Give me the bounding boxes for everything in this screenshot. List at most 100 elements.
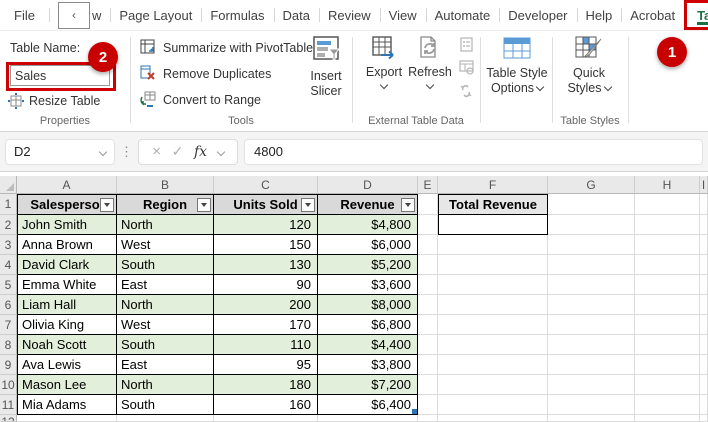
filter-dropdown-icon[interactable] (401, 197, 415, 212)
refresh-button[interactable]: Refresh (408, 35, 452, 90)
table-cell[interactable]: $6,800 (318, 315, 418, 335)
cell-h1[interactable] (635, 194, 700, 215)
table-cell[interactable]: Noah Scott (17, 335, 117, 355)
column-header-f[interactable]: F (438, 176, 548, 194)
tab-page-layout[interactable]: Page Layout (110, 0, 201, 30)
row-header-1[interactable]: 1 (0, 194, 17, 215)
tab-file[interactable]: File (0, 0, 49, 30)
cell[interactable] (17, 415, 117, 422)
row-header-7[interactable]: 7 (0, 315, 17, 335)
column-header-h[interactable]: H (635, 176, 700, 194)
confirm-entry-icon[interactable]: ✓ (172, 143, 184, 160)
cell[interactable] (700, 275, 708, 295)
cell[interactable] (438, 295, 548, 315)
table-cell[interactable]: Emma White (17, 275, 117, 295)
tab-acrobat[interactable]: Acrobat (621, 0, 684, 30)
table-cell[interactable]: $3,600 (318, 275, 418, 295)
cell[interactable] (418, 255, 438, 275)
table-cell[interactable]: Olivia King (17, 315, 117, 335)
table-cell[interactable]: Mason Lee (17, 375, 117, 395)
cell[interactable] (418, 295, 438, 315)
cell[interactable] (438, 415, 548, 422)
table-cell[interactable]: North (117, 375, 214, 395)
name-box[interactable]: D2 (5, 138, 115, 165)
cell[interactable] (418, 315, 438, 335)
cell[interactable] (548, 215, 635, 235)
row-header-4[interactable]: 4 (0, 255, 17, 275)
cell-i1[interactable] (700, 194, 708, 215)
cell[interactable] (635, 355, 700, 375)
cell[interactable] (700, 215, 708, 235)
cell[interactable] (635, 375, 700, 395)
table-header-revenue[interactable]: Revenue (318, 194, 418, 215)
open-in-browser-icon[interactable] (458, 60, 474, 75)
table-cell[interactable]: $5,200 (318, 255, 418, 275)
table-cell[interactable]: 110 (214, 335, 318, 355)
cell[interactable] (438, 335, 548, 355)
cell[interactable] (635, 315, 700, 335)
table-cell[interactable]: 170 (214, 315, 318, 335)
row-header-5[interactable]: 5 (0, 275, 17, 295)
cell[interactable] (635, 275, 700, 295)
cell[interactable] (438, 255, 548, 275)
row-header-2[interactable]: 2 (0, 215, 17, 235)
table-header-units-sold[interactable]: Units Sold (214, 194, 318, 215)
table-cell[interactable]: Anna Brown (17, 235, 117, 255)
cell[interactable] (438, 275, 548, 295)
cell[interactable] (418, 215, 438, 235)
cell[interactable] (418, 335, 438, 355)
cell[interactable] (438, 235, 548, 255)
cell[interactable] (438, 355, 548, 375)
cell[interactable] (318, 415, 418, 422)
total-revenue-value-cell[interactable] (438, 215, 548, 235)
cell[interactable] (418, 415, 438, 422)
row-header-9[interactable]: 9 (0, 355, 17, 375)
column-header-d[interactable]: D (318, 176, 418, 194)
filter-dropdown-icon[interactable] (301, 197, 315, 212)
table-header-region[interactable]: Region (117, 194, 214, 215)
column-header-c[interactable]: C (214, 176, 318, 194)
cancel-entry-icon[interactable]: × (152, 143, 161, 160)
cell[interactable] (700, 295, 708, 315)
insert-function-icon[interactable]: fx (194, 144, 207, 160)
filter-dropdown-icon[interactable] (197, 197, 211, 212)
filter-dropdown-icon[interactable] (100, 197, 114, 212)
cell[interactable] (438, 375, 548, 395)
table-cell[interactable]: $8,000 (318, 295, 418, 315)
table-cell[interactable]: $6,000 (318, 235, 418, 255)
cell[interactable] (548, 295, 635, 315)
table-cell[interactable]: 150 (214, 235, 318, 255)
table-cell[interactable]: North (117, 215, 214, 235)
tab-view[interactable]: View (379, 0, 426, 30)
tab-automate[interactable]: Automate (425, 0, 500, 30)
table-cell-with-resize-handle[interactable]: $6,400 (318, 395, 418, 415)
cell[interactable] (635, 415, 700, 422)
table-cell[interactable]: 130 (214, 255, 318, 275)
cell[interactable] (418, 235, 438, 255)
formula-input[interactable]: 4800 (244, 138, 703, 165)
table-cell[interactable]: $3,800 (318, 355, 418, 375)
quick-styles-button[interactable]: Quick Styles (558, 35, 620, 96)
cell[interactable] (548, 315, 635, 335)
cell[interactable] (548, 355, 635, 375)
cell[interactable] (214, 415, 318, 422)
table-cell[interactable]: East (117, 355, 214, 375)
table-cell[interactable]: East (117, 275, 214, 295)
row-header-8[interactable]: 8 (0, 335, 17, 355)
cell[interactable] (548, 255, 635, 275)
cell[interactable] (418, 375, 438, 395)
column-header-a[interactable]: A (17, 176, 117, 194)
insert-slicer-button[interactable]: Insert Slicer (300, 35, 352, 113)
cell[interactable] (548, 395, 635, 415)
column-header-g[interactable]: G (548, 176, 635, 194)
resize-table-button[interactable]: Resize Table (8, 93, 100, 109)
unlink-icon[interactable] (458, 83, 474, 99)
summarize-pivottable-button[interactable]: Summarize with PivotTable (140, 39, 313, 56)
table-cell[interactable]: 180 (214, 375, 318, 395)
table-cell[interactable]: Mia Adams (17, 395, 117, 415)
convert-to-range-button[interactable]: Convert to Range (140, 91, 261, 108)
row-header-10[interactable]: 10 (0, 375, 17, 395)
cell-e1[interactable] (418, 194, 438, 215)
cell[interactable] (548, 375, 635, 395)
cell[interactable] (418, 395, 438, 415)
